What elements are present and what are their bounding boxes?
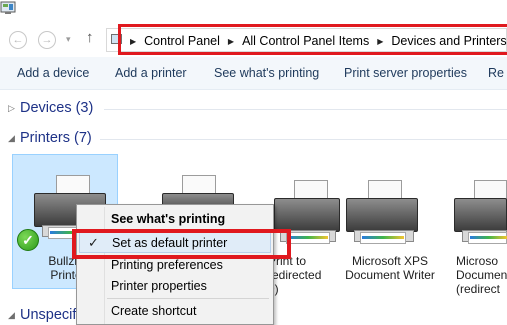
control-panel-icon [0, 1, 16, 14]
title-bar [0, 0, 507, 22]
menu-item-create-shortcut[interactable]: Create shortcut [79, 300, 271, 322]
printer-label-xps-redirected: Microso Documen (redirect [456, 254, 507, 296]
remove-device-button[interactable]: Re [488, 57, 504, 90]
recent-locations-dropdown[interactable]: ▾ [66, 34, 71, 45]
print-server-properties-button[interactable]: Print server properties [344, 57, 467, 90]
divider [104, 109, 507, 110]
up-button[interactable]: ↑ [86, 29, 94, 46]
see-whats-printing-button[interactable]: See what's printing [214, 57, 319, 90]
back-button[interactable]: ← [9, 31, 27, 49]
menu-item-printer-properties[interactable]: Printer properties [79, 275, 271, 297]
printer-icon[interactable] [344, 180, 424, 260]
group-devices[interactable]: ▷ Devices (3) [8, 99, 93, 117]
divider [100, 139, 507, 140]
printer-label-xps: Microsoft XPS Document Writer [345, 254, 435, 282]
printer-label-print-to: Print to redirected 9) [268, 254, 322, 296]
chevron-down-icon: ◢ [8, 132, 15, 143]
devices-and-printers-window: ← → ▾ ↑ ▶ Control Panel ▶ All Control Pa… [0, 0, 507, 325]
context-menu: See what's printing ✓ Set as default pri… [76, 204, 274, 325]
group-unspecified[interactable]: ◢ Unspecif [8, 306, 76, 324]
menu-separator [107, 298, 269, 299]
menu-item-see-whats-printing[interactable]: See what's printing [79, 208, 271, 230]
default-printer-check-icon: ✓ [17, 229, 39, 251]
annotation-highlight-address [118, 24, 507, 55]
group-unspecified-label: Unspecif [20, 307, 77, 323]
group-devices-label: Devices (3) [20, 100, 94, 116]
command-bar: Add a device Add a printer See what's pr… [0, 57, 507, 90]
printer-icon[interactable] [452, 180, 507, 260]
group-printers[interactable]: ◢ Printers (7) [8, 129, 92, 147]
back-arrow-icon: ← [12, 34, 24, 46]
forward-arrow-icon: → [41, 34, 53, 46]
add-printer-button[interactable]: Add a printer [115, 57, 187, 90]
annotation-highlight-menu [72, 229, 291, 259]
forward-button[interactable]: → [38, 31, 56, 49]
chevron-down-icon: ◢ [8, 309, 15, 320]
add-device-button[interactable]: Add a device [17, 57, 89, 90]
group-printers-label: Printers (7) [20, 130, 92, 146]
chevron-right-icon: ▷ [8, 102, 15, 113]
